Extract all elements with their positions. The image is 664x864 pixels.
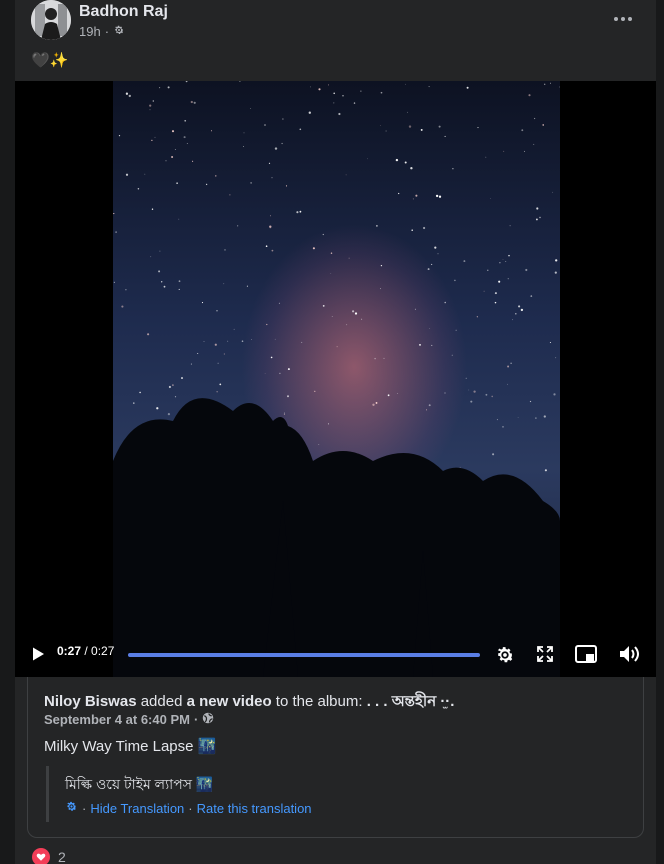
shared-attachment[interactable]: Niloy Biswas added a new video to the al…	[27, 677, 644, 838]
translation-separator: ·	[82, 800, 87, 816]
rate-translation-link[interactable]: Rate this translation	[197, 801, 312, 816]
translation-block: মিল্কি ওয়ে টাইম ল্যাপস 🌃 · Hide Transla…	[46, 766, 626, 822]
volume-icon	[620, 646, 639, 662]
avatar[interactable]	[31, 0, 71, 40]
more-horizontal-icon	[614, 17, 618, 21]
video-controls: 0:27 / 0:27	[15, 633, 656, 677]
shared-date-separator: ·	[193, 712, 199, 727]
settings-gear-icon	[497, 647, 514, 663]
fullscreen-icon	[537, 646, 553, 662]
reactions-summary[interactable]: 2	[32, 848, 66, 864]
progress-bar[interactable]	[128, 653, 480, 657]
video-frame[interactable]	[113, 81, 560, 677]
shared-date[interactable]: September 4 at 6:40 PM	[44, 712, 190, 727]
picture-in-picture-icon	[575, 645, 597, 663]
hide-translation-link[interactable]: Hide Translation	[90, 801, 184, 816]
shared-author-name[interactable]: Niloy Biswas	[44, 693, 137, 710]
meta-separator: ·	[104, 24, 110, 39]
translation-separator: ·	[188, 800, 193, 816]
shared-album-prefix: to the album:	[271, 693, 367, 710]
shared-caption: Milky Way Time Lapse 🌃	[44, 738, 217, 755]
shared-object-link[interactable]: a new video	[187, 693, 272, 710]
post-meta: 19h ·	[79, 24, 125, 39]
post-card: Badhon Raj 19h · 🖤✨ 0:27 / 0:27 Niloy Bi…	[15, 0, 656, 864]
more-options-button[interactable]	[610, 6, 636, 32]
time-separator: /	[81, 644, 92, 658]
video-player[interactable]: 0:27 / 0:27	[15, 81, 656, 677]
translate-gear-icon	[65, 800, 78, 816]
duration: 0:27	[91, 644, 115, 658]
play-icon	[33, 647, 44, 661]
fullscreen-button[interactable]	[534, 643, 556, 665]
picture-in-picture-button[interactable]	[574, 643, 598, 665]
love-reaction-icon	[32, 848, 50, 864]
video-time: 0:27 / 0:27	[57, 644, 114, 658]
shared-date-row: September 4 at 6:40 PM ·	[44, 712, 214, 727]
shared-album-link[interactable]: . . . অন্তহীন ·̫·.	[367, 693, 455, 710]
volume-button[interactable]	[617, 643, 641, 665]
play-button[interactable]	[27, 643, 49, 665]
post-text: 🖤✨	[31, 52, 69, 69]
reaction-count: 2	[58, 849, 66, 864]
author-name[interactable]: Badhon Raj	[79, 3, 168, 21]
shared-added-text: added	[136, 693, 187, 710]
settings-button[interactable]	[494, 643, 516, 667]
post-time[interactable]: 19h	[79, 24, 101, 39]
current-time: 0:27	[57, 644, 82, 658]
globe-icon	[202, 712, 214, 727]
translation-links: · Hide Translation · Rate this translati…	[65, 800, 312, 816]
gear-icon	[113, 24, 125, 39]
translation-text: মিল্কি ওয়ে টাইম ল্যাপস 🌃	[65, 776, 214, 792]
video-frame-image	[113, 81, 560, 677]
